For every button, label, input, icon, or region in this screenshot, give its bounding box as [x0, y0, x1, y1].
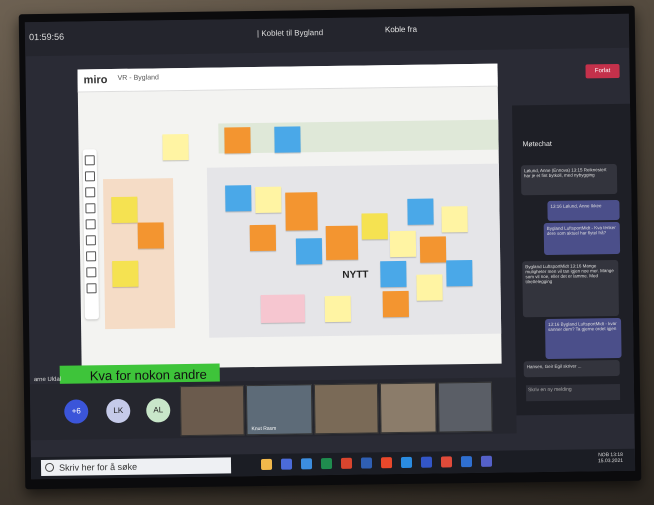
sticky-note[interactable]	[407, 198, 434, 225]
sticky-note[interactable]	[441, 206, 468, 233]
app-icon[interactable]	[460, 456, 473, 468]
sticky-note[interactable]	[255, 186, 282, 214]
search-placeholder: Skriv her for å søke	[58, 461, 138, 473]
sticky-note[interactable]	[137, 222, 164, 249]
video-tile[interactable]	[313, 383, 379, 435]
text-tool-icon[interactable]	[85, 187, 96, 198]
board-name[interactable]: VR - Bygland	[118, 74, 159, 82]
join-button[interactable]: Koble fra	[385, 25, 417, 34]
frame-tool-icon[interactable]	[86, 267, 97, 278]
outlook-icon[interactable]	[300, 458, 313, 470]
sticky-note[interactable]	[260, 294, 306, 323]
app-icon[interactable]	[440, 456, 453, 468]
upload-tool-icon[interactable]	[86, 283, 97, 294]
meeting-title: | Koblet til Bygland	[256, 28, 324, 38]
nytt-label: NYTT	[342, 269, 369, 281]
video-tile[interactable]	[179, 385, 245, 437]
taskbar-search[interactable]: Skriv her for å søke	[40, 457, 232, 477]
app-icon[interactable]	[480, 455, 493, 467]
select-tool-icon[interactable]	[84, 155, 95, 166]
sticky-note[interactable]	[162, 133, 189, 161]
app-icon[interactable]	[420, 456, 433, 468]
chat-message: Bygland LuftsportMidt - Kva tenker dere …	[543, 221, 621, 256]
sticky-note[interactable]	[416, 274, 443, 301]
chat-message: 13:16 Bygland LuftsportMidt - kvar sanne…	[545, 317, 622, 360]
sticky-note[interactable]	[380, 260, 407, 288]
miro-toolbar	[82, 149, 99, 320]
template-tool-icon[interactable]	[84, 171, 96, 182]
excel-icon[interactable]	[320, 457, 333, 470]
sticky-note[interactable]	[112, 260, 139, 288]
miro-topbar: miro VR - Bygland	[77, 63, 498, 93]
chat-typing: Hansen, Geir Egil skriver ...	[523, 359, 620, 378]
sticky-note[interactable]	[446, 260, 473, 287]
sticky-note[interactable]	[111, 196, 138, 224]
sticky-note[interactable]	[382, 290, 409, 318]
miro-board[interactable]: miro VR - Bygland NYTT	[77, 63, 502, 370]
edge-icon[interactable]	[400, 456, 413, 469]
chat-message: 13:16 Lølund, Anne Ikkee	[547, 199, 620, 221]
frame-top	[218, 119, 499, 154]
sticky-note[interactable]	[285, 192, 318, 231]
video-name: Knut Rasm	[251, 425, 277, 433]
powerpoint-icon[interactable]	[340, 457, 353, 469]
video-tile[interactable]	[379, 382, 437, 434]
miro-logo: miro	[83, 74, 108, 87]
chat-title: Møtechat	[522, 140, 552, 149]
meeting-chat-panel: Møtechat Lølund, Anne (Ennova) 13:15 Rei…	[512, 103, 635, 416]
video-tile[interactable]	[437, 381, 493, 433]
banner-text: Kva for nokon andre	[89, 366, 207, 384]
sticky-note[interactable]	[419, 236, 447, 263]
avatar: AL	[146, 398, 171, 423]
windows-taskbar: Skriv her for å søke NOB 13:18 15.03.202…	[30, 448, 636, 480]
participants-strip: +6 LK AL Knut Rasm	[29, 377, 517, 441]
chat-input[interactable]: Skriv en ny melding	[525, 383, 621, 402]
shape-tool-icon[interactable]	[85, 219, 96, 230]
overflow-count[interactable]: +6	[64, 399, 89, 424]
file-explorer-icon[interactable]	[260, 458, 273, 470]
sticky-note[interactable]	[295, 238, 323, 265]
tv-bezel: 01:59:56 | Koblet til Bygland Koble fra …	[18, 5, 642, 490]
system-tray[interactable]: NOB 13:18 15.03.2021	[598, 452, 623, 464]
chat-message: Lølund, Anne (Ennova) 13:15 Reiknestert …	[520, 163, 618, 196]
sticky-note[interactable]	[361, 213, 388, 240]
sticky-note[interactable]	[389, 230, 417, 258]
leave-button[interactable]: Forlat	[585, 63, 620, 79]
participant-name: arne Uldal	[33, 376, 62, 384]
video-tile[interactable]: Knut Rasm	[245, 384, 313, 436]
teams-top-bar: 01:59:56 | Koblet til Bygland Koble fra	[24, 13, 630, 57]
search-icon	[44, 462, 55, 472]
tv-screen: 01:59:56 | Koblet til Bygland Koble fra …	[24, 13, 636, 480]
sticky-note[interactable]	[274, 126, 301, 153]
avatar: LK	[106, 398, 131, 424]
tray-date: 15.03.2021	[597, 457, 624, 465]
meeting-clock: 01:59:56	[28, 31, 65, 43]
sticky-note[interactable]	[225, 185, 252, 212]
word-icon[interactable]	[360, 457, 373, 469]
pen-tool-icon[interactable]	[85, 235, 96, 246]
sticky-tool-icon[interactable]	[85, 203, 96, 214]
teams-icon[interactable]	[280, 458, 293, 470]
comment-tool-icon[interactable]	[86, 251, 97, 262]
chrome-icon[interactable]	[380, 457, 393, 469]
chat-message: Bygland LuftsportMidt 13:16 Mange muligh…	[522, 259, 619, 318]
sticky-note[interactable]	[324, 295, 352, 323]
sticky-note[interactable]	[224, 127, 251, 154]
sticky-note[interactable]	[249, 224, 277, 252]
sticky-note[interactable]	[325, 225, 359, 261]
